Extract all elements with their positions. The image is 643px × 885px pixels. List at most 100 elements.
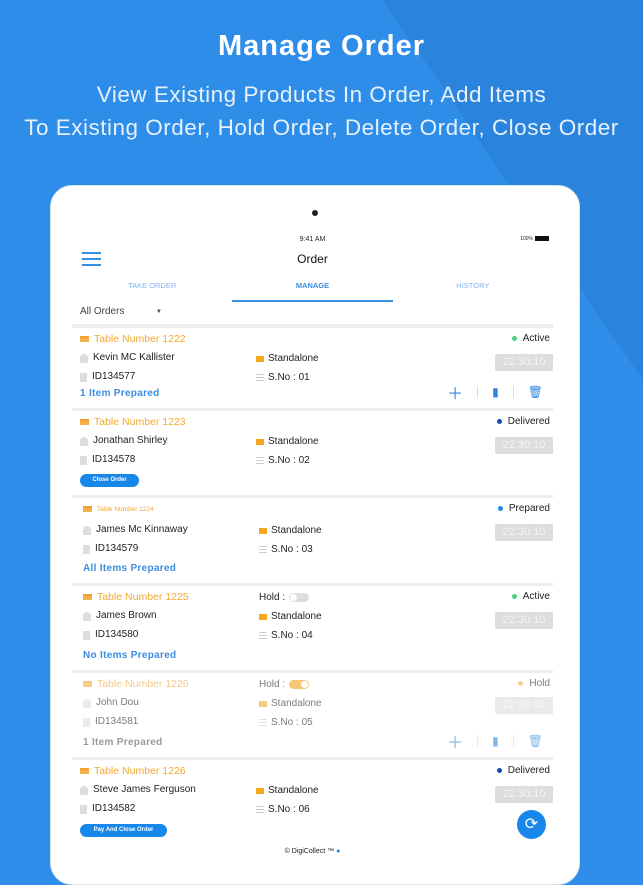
order-type: Standalone <box>271 611 322 622</box>
order-filter-dropdown[interactable]: All Orders ▼ <box>72 302 553 324</box>
id-card-icon <box>80 456 87 465</box>
status-dot <box>496 767 502 773</box>
order-actions: ＋ ▮ 🗑︎ <box>447 380 543 404</box>
status-label: Active <box>522 333 550 344</box>
delete-icon[interactable]: 🗑︎ <box>528 385 543 399</box>
id-card-icon <box>83 631 90 640</box>
footer: © DigiCollect ™ ● <box>72 845 553 858</box>
serial-number: S.No : 02 <box>268 455 310 466</box>
prepared-status: 1 Item Prepared <box>80 388 160 399</box>
id-card-icon <box>80 805 87 814</box>
standalone-icon <box>259 614 267 620</box>
id-card-icon <box>83 545 90 554</box>
subtitle-line: To Existing Order, Hold Order, Delete Or… <box>24 115 619 140</box>
status-bar: 9:41 AM 100% <box>72 232 553 248</box>
order-card[interactable]: Table Number 1222 Kevin MC Kallister ID1… <box>72 328 553 408</box>
order-timer: 22:30:10 <box>495 786 553 803</box>
hold-control: Hold : <box>259 679 310 690</box>
hold-control: Hold : <box>259 592 310 603</box>
status-dot <box>518 680 524 686</box>
status-label: Prepared <box>508 503 550 514</box>
list-icon <box>256 374 264 381</box>
tab-take-order[interactable]: TAKE ORDER <box>72 278 232 302</box>
status-badge: Active <box>511 591 550 602</box>
pay-and-close-order-button[interactable]: Pay And Close Order <box>80 824 167 837</box>
serial-number: S.No : 03 <box>271 544 313 555</box>
id-card-icon <box>80 373 87 382</box>
status-dot <box>511 335 517 341</box>
order-timer: 22:30:10 <box>495 354 553 371</box>
battery-indicator: 100% <box>520 236 549 242</box>
prepared-status: No Items Prepared <box>83 650 177 661</box>
order-type: Standalone <box>268 785 319 796</box>
standalone-icon <box>256 356 264 362</box>
order-card[interactable]: Table Number 1226 John Dou ID134581 Stan… <box>72 673 553 757</box>
customer-name: John Dou <box>96 697 139 708</box>
list-icon <box>259 546 267 553</box>
order-id: ID134577 <box>92 371 136 382</box>
hold-toggle[interactable] <box>289 592 310 602</box>
order-card[interactable]: Table Number 1223 Jonathan Shirley ID134… <box>72 411 553 495</box>
prepared-status: 1 Item Prepared <box>83 737 163 748</box>
status-label: Delivered <box>507 765 550 776</box>
hold-label: Hold : <box>259 592 286 603</box>
order-id: ID134581 <box>95 716 139 727</box>
customer-name: Steve James Ferguson <box>93 784 196 795</box>
status-label: Delivered <box>507 416 550 427</box>
table-number: Table Number 1223 <box>94 416 186 428</box>
page-title: Order <box>297 252 328 266</box>
serial-number: S.No : 06 <box>268 804 310 815</box>
hold-toggle[interactable] <box>289 679 310 689</box>
user-icon <box>83 526 91 535</box>
order-card[interactable]: Table Number 1224 James Mc Kinnaway ID13… <box>72 498 553 583</box>
customer-name: James Brown <box>96 610 157 621</box>
tab-history[interactable]: HISTORY <box>393 278 553 302</box>
app-screen: 9:41 AM 100% Order TAKE ORDER MANAGE HIST… <box>72 232 553 858</box>
status-badge: Delivered <box>496 765 550 776</box>
user-icon <box>80 786 88 795</box>
order-actions: ＋ ▮ 🗑︎ <box>447 729 543 753</box>
subtitle-line: View Existing Products In Order, Add Ite… <box>96 82 547 107</box>
customer-name: James Mc Kinnaway <box>96 524 188 535</box>
standalone-icon <box>259 528 267 534</box>
user-icon <box>80 354 88 363</box>
serial-number: S.No : 04 <box>271 630 313 641</box>
table-number: Table Number 1222 <box>94 333 186 345</box>
customer-name: Kevin MC Kallister <box>93 352 175 363</box>
table-number: Table Number 1226 <box>97 678 189 690</box>
nav-bar: Order <box>72 248 553 278</box>
add-items-button[interactable]: ＋ <box>447 729 463 753</box>
logo-icon: ● <box>336 848 341 855</box>
tab-bar: TAKE ORDER MANAGE HISTORY <box>72 278 553 302</box>
refresh-button[interactable]: ⟳ <box>517 810 546 839</box>
order-timer: 22:30:10 <box>495 437 553 454</box>
order-id: ID134578 <box>92 454 136 465</box>
status-label: Active <box>522 591 550 602</box>
table-icon <box>83 506 92 512</box>
customer-name: Jonathan Shirley <box>93 435 168 446</box>
prepared-status: All Items Prepared <box>83 563 177 574</box>
order-card[interactable]: Table Number 1225 James Brown ID134580 S… <box>72 586 553 670</box>
delete-icon[interactable]: 🗑︎ <box>528 734 543 748</box>
order-type: Standalone <box>268 353 319 364</box>
table-number: Table Number 1226 <box>94 765 186 777</box>
order-type: Standalone <box>271 698 322 709</box>
copy-order-icon[interactable]: ▮ <box>492 734 499 748</box>
battery-percent: 100% <box>520 236 533 242</box>
id-card-icon <box>83 718 90 727</box>
order-id: ID134582 <box>92 803 136 814</box>
close-order-button[interactable]: Close Order <box>80 474 139 487</box>
order-type: Standalone <box>268 436 319 447</box>
filter-value: All Orders <box>80 306 125 317</box>
standalone-icon <box>256 788 264 794</box>
hero-subtitle: View Existing Products In Order, Add Ite… <box>0 78 643 144</box>
add-items-button[interactable]: ＋ <box>447 380 463 404</box>
tab-manage[interactable]: MANAGE <box>232 278 393 302</box>
order-card[interactable]: Table Number 1226 Steve James Ferguson I… <box>72 760 553 845</box>
copy-order-icon[interactable]: ▮ <box>492 385 499 399</box>
status-dot <box>497 505 503 511</box>
camera-dot <box>312 210 318 216</box>
list-icon <box>259 719 267 726</box>
status-badge: Delivered <box>496 416 550 427</box>
order-timer: 22:30:10 <box>495 697 553 714</box>
